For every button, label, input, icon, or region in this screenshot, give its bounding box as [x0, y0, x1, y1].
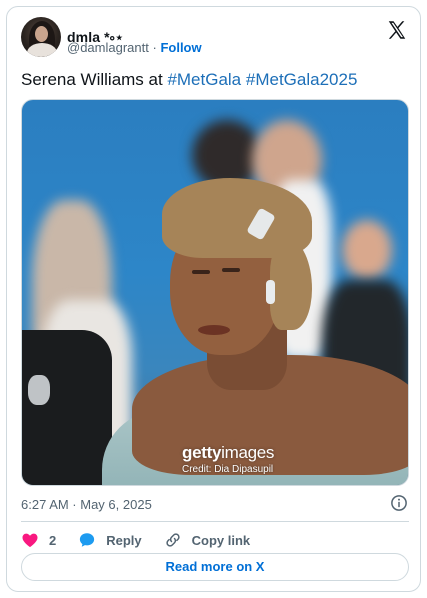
tweet-timestamp[interactable]: 6:27 AM · May 6, 2025 [21, 497, 152, 512]
x-logo-icon[interactable] [386, 19, 408, 41]
copy-link-button[interactable]: Copy link [164, 531, 251, 549]
author-handle-row: @damlagrantt · Follow [67, 40, 202, 55]
reply-bubble-icon [80, 533, 95, 547]
like-count: 2 [49, 532, 57, 548]
tweet-text: Serena Williams at #MetGala #MetGala2025 [21, 69, 357, 91]
photo-credit: Credit: Dia Dipasupil [182, 464, 274, 475]
action-bar: 2 Reply Copy link [21, 527, 272, 553]
separator-dot: · [152, 40, 157, 55]
divider [21, 521, 409, 522]
like-button[interactable]: 2 [21, 531, 56, 549]
hashtag-metgala2025[interactable]: #MetGala2025 [246, 70, 358, 89]
author-handle[interactable]: @damlagrantt [67, 40, 149, 55]
copy-link-label: Copy link [191, 532, 251, 548]
hashtag-metgala[interactable]: #MetGala [167, 70, 241, 89]
info-icon[interactable] [390, 494, 408, 512]
follow-button[interactable]: Follow [160, 40, 201, 55]
heart-icon [22, 533, 38, 548]
reply-button[interactable]: Reply [78, 531, 142, 549]
link-icon [166, 533, 180, 547]
tweet-card: dmla *༚⋆ @damlagrantt · Follow Serena Wi… [6, 6, 421, 592]
reply-label: Reply [106, 532, 142, 548]
watermark-brand: getty [182, 443, 222, 462]
getty-watermark: gettyimages Credit: Dia Dipasupil [182, 443, 274, 475]
watermark-brand-suffix: images [221, 443, 275, 462]
tweet-text-body: Serena Williams at [21, 70, 168, 89]
avatar[interactable] [21, 17, 61, 57]
read-more-button[interactable]: Read more on X [21, 553, 409, 581]
tweet-photo[interactable]: gettyimages Credit: Dia Dipasupil [21, 99, 409, 486]
